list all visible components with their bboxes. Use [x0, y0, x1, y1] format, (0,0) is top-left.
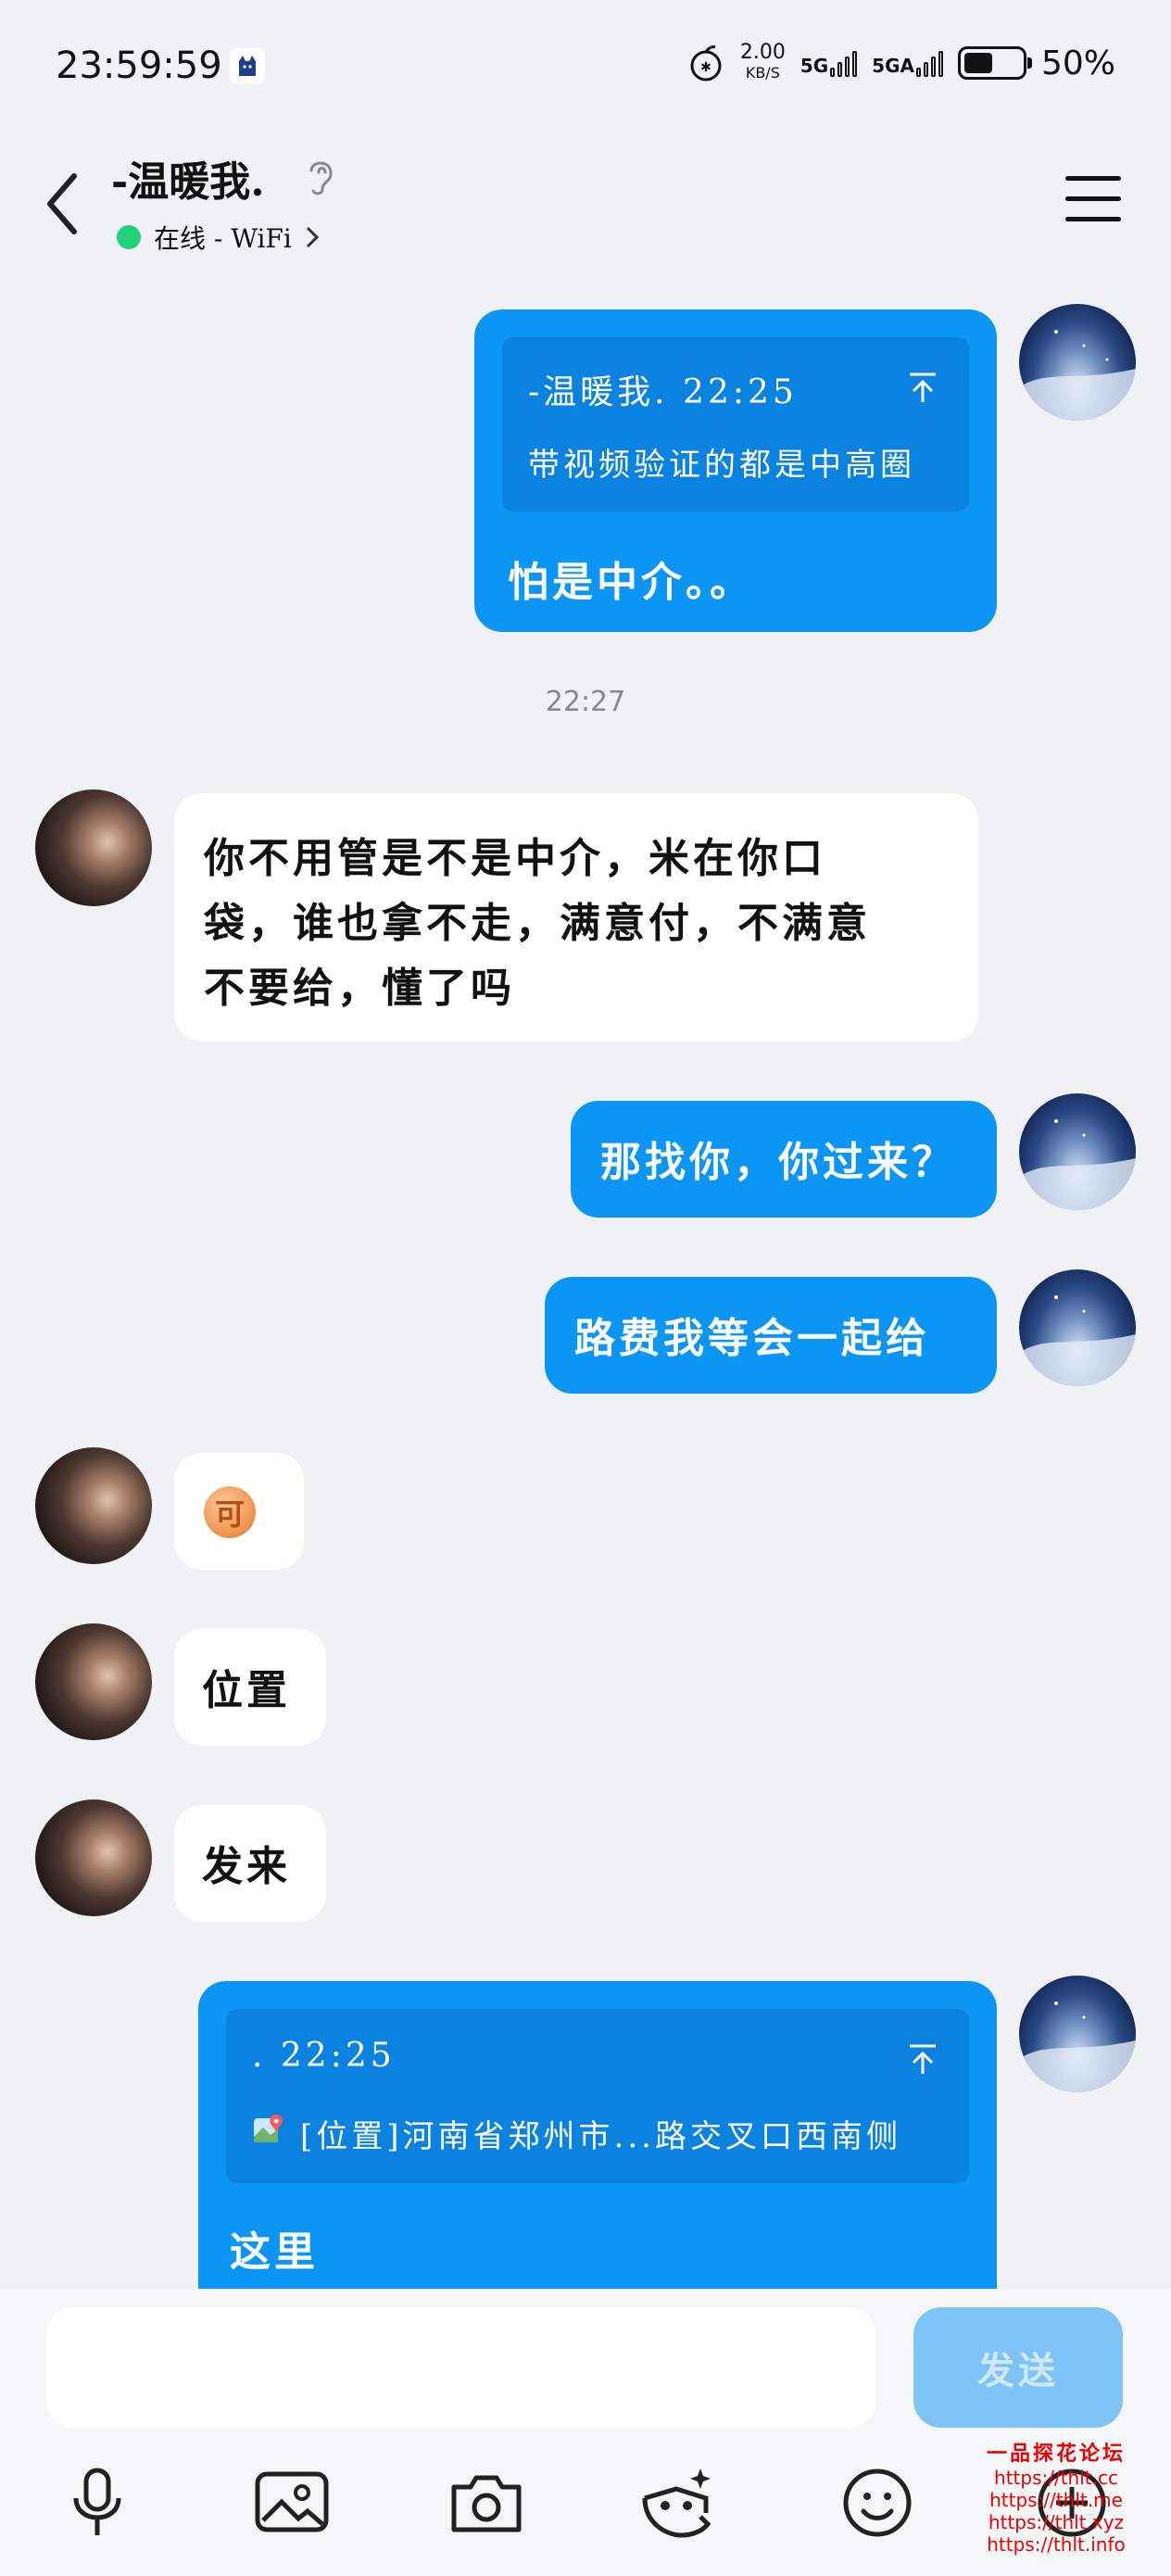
- message-bubble-5[interactable]: 可: [174, 1453, 304, 1570]
- send-button[interactable]: 发送: [913, 2307, 1123, 2428]
- jump-to-top-icon[interactable]: [904, 2040, 941, 2077]
- contact-avatar[interactable]: [35, 1799, 152, 1916]
- camera-icon[interactable]: [445, 2461, 528, 2544]
- quote-text: 带视频验证的都是中高圈: [528, 447, 915, 484]
- watermark-title: 一品探花论坛: [986, 2442, 1126, 2466]
- net-speed-value: 2.00: [739, 41, 786, 64]
- status-time: 23:59:59: [56, 44, 222, 87]
- battery-percent: 50%: [1040, 44, 1115, 82]
- emoji-icon[interactable]: [836, 2461, 919, 2544]
- message-text: 那找你，你过来？: [600, 1139, 956, 1186]
- message-input[interactable]: [46, 2307, 876, 2428]
- watermark-url: https://thlt.info: [987, 2533, 1126, 2556]
- battery-icon: [957, 46, 1032, 80]
- sim2-label: 5GA: [872, 55, 914, 77]
- watermark: 一品探花论坛 https://thlt.cc https://thlt.me h…: [963, 2437, 1149, 2556]
- location-icon: [254, 2115, 283, 2142]
- chevron-right-icon: [306, 226, 320, 248]
- quote-block-2[interactable]: . 22:25 [位置]河南省郑州市...路交叉口西南侧: [226, 2009, 969, 2183]
- net-speed: 2.00 KB/S: [740, 43, 786, 83]
- image-icon[interactable]: [250, 2461, 334, 2544]
- sticker-icon[interactable]: [636, 2461, 719, 2544]
- message-bubble-2[interactable]: 你不用管是不是中介，米在你口 袋，谁也拿不走，满意付，不满意 不要给，懂了吗: [174, 793, 978, 1042]
- message-bubble-1[interactable]: -温暖我. 22:25 带视频验证的都是中高圈 怕是中介。。: [474, 309, 997, 632]
- contact-avatar[interactable]: [35, 1447, 152, 1564]
- contact-avatar[interactable]: [35, 1623, 152, 1740]
- contact-name[interactable]: -温暖我.: [111, 148, 265, 208]
- message-line: 袋，谁也拿不走，满意付，不满意: [204, 900, 871, 947]
- quote-block-1[interactable]: -温暖我. 22:25 带视频验证的都是中高圈: [502, 337, 969, 511]
- signal-sim2: 5GA: [872, 49, 943, 77]
- online-dot: [117, 225, 141, 249]
- message-text: 路费我等会一起给: [574, 1315, 930, 1362]
- watermark-url: https://thlt.me: [989, 2489, 1123, 2511]
- message-text: 这里: [230, 2229, 319, 2276]
- net-speed-unit: KB/S: [745, 64, 780, 82]
- message-line: 你不用管是不是中介，米在你口: [204, 835, 826, 882]
- contact-avatar[interactable]: [35, 789, 152, 906]
- message-text: 位置: [202, 1667, 291, 1714]
- sim1-label: 5G: [800, 55, 829, 77]
- message-bubble-4[interactable]: 路费我等会一起给: [545, 1277, 997, 1394]
- message-text: 发来: [202, 1843, 291, 1890]
- ear-icon[interactable]: [300, 154, 341, 198]
- time-divider: 22:27: [545, 686, 626, 718]
- message-line: 不要给，懂了吗: [204, 965, 515, 1012]
- watermark-url: https://thlt.cc: [994, 2467, 1118, 2489]
- my-avatar[interactable]: [1019, 1093, 1136, 1210]
- ke-emoji: 可: [204, 1486, 256, 1538]
- back-button[interactable]: [37, 167, 93, 241]
- my-avatar[interactable]: [1019, 1976, 1136, 2092]
- menu-button[interactable]: [1065, 176, 1121, 222]
- nfc-icon: ✱: [690, 45, 722, 82]
- quote-meta: -温暖我. 22:25: [528, 373, 798, 411]
- message-bubble-6[interactable]: 位置: [174, 1629, 326, 1746]
- message-bubble-3[interactable]: 那找你，你过来？: [571, 1101, 997, 1218]
- message-bubble-7[interactable]: 发来: [174, 1805, 326, 1922]
- online-status[interactable]: 在线 - WiFi: [117, 219, 320, 256]
- online-status-label: 在线 - WiFi: [154, 223, 292, 254]
- cat-app-icon: [230, 48, 265, 83]
- jump-to-top-icon[interactable]: [904, 369, 941, 406]
- mic-icon[interactable]: [56, 2461, 139, 2544]
- quote-text: [位置]河南省郑州市...路交叉口西南侧: [300, 2118, 901, 2155]
- status-indicators: ✱ 2.00 KB/S 5G 5GA 50%: [686, 43, 1115, 83]
- quote-meta: . 22:25: [252, 2037, 396, 2075]
- watermark-url: https://thlt.xyz: [988, 2511, 1125, 2533]
- my-avatar[interactable]: [1019, 1269, 1136, 1386]
- message-text: 怕是中介。。: [508, 559, 754, 606]
- my-avatar[interactable]: [1019, 304, 1136, 421]
- signal-sim1: 5G: [800, 49, 858, 77]
- svg-text:✱: ✱: [700, 60, 711, 75]
